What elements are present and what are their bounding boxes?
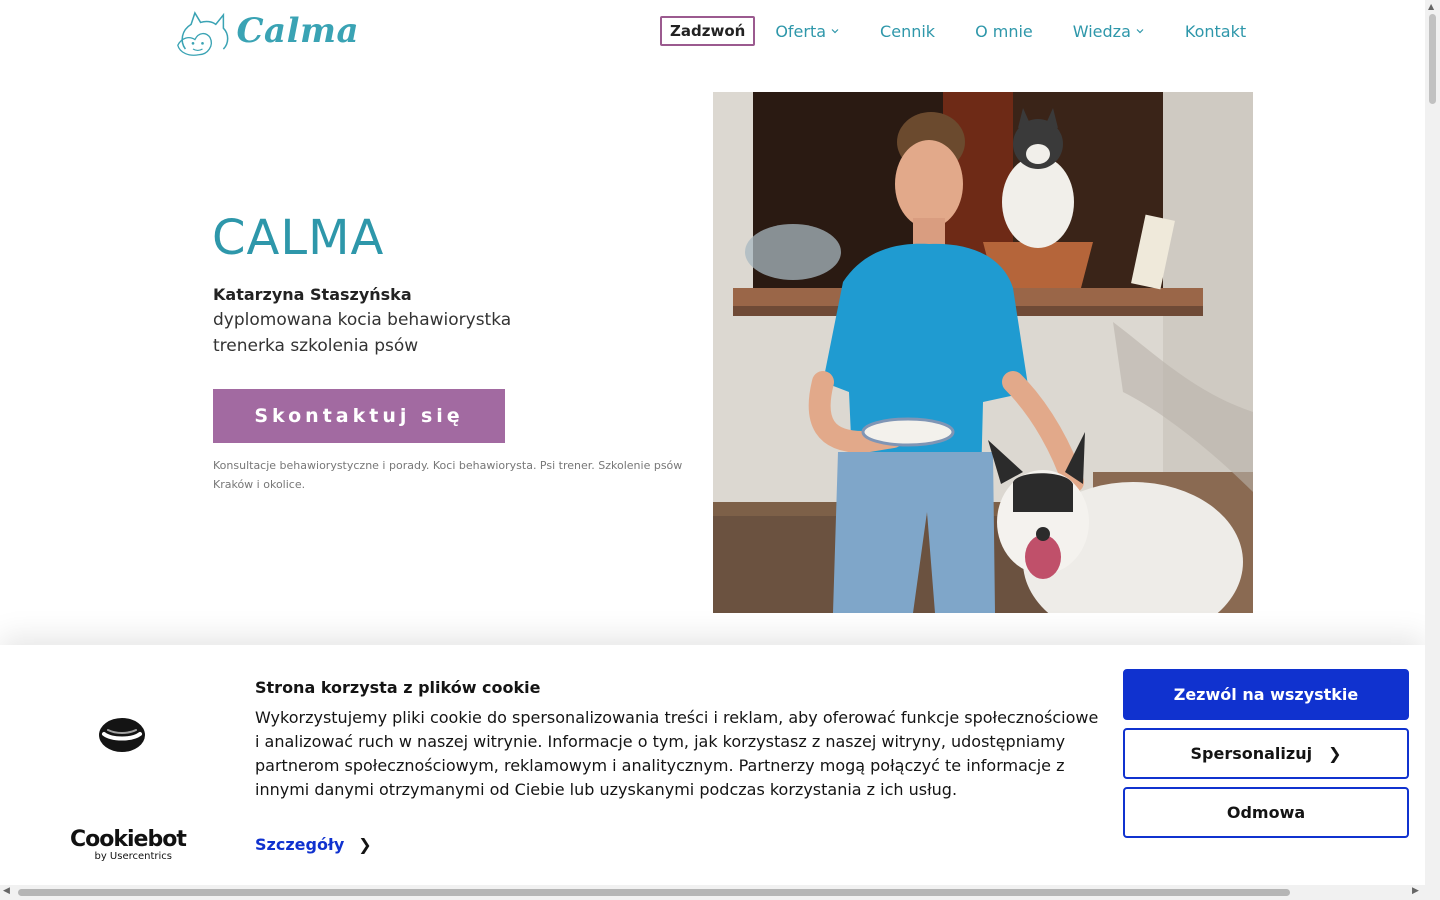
nav-item-label: Wiedza [1072,21,1131,41]
nav-item-wiedza[interactable]: Wiedza [1073,22,1145,41]
scroll-left-arrow-icon[interactable]: ◀ [3,886,10,896]
cat-dog-logo-icon [177,11,229,56]
cookie-details-label: Szczegóły [255,835,345,854]
cookie-details-link[interactable]: Szczegóły ❯ [255,835,372,854]
nav-item-kontakt[interactable]: Kontakt [1185,22,1246,41]
chevron-right-icon: ❯ [358,835,372,854]
vertical-scrollbar[interactable]: ▲ [1425,0,1440,900]
scrollbar-corner [1425,885,1440,900]
hero-subtitle-1: dyplomowana kocia behawiorystka [213,310,512,330]
customize-label: Spersonalizuj [1190,744,1313,763]
cookiebot-byline: by Usercentrics [94,851,172,862]
scroll-up-arrow-icon[interactable]: ▲ [1428,2,1434,11]
contact-cta-button[interactable]: Skontaktuj się [213,389,505,443]
horizontal-scroll-thumb[interactable] [18,889,1290,896]
deny-button[interactable]: Odmowa [1123,787,1409,838]
allow-all-button[interactable]: Zezwól na wszystkie [1123,669,1409,720]
hero-title: CALMA [212,210,385,266]
cookiebot-brand: Cookiebot by Usercentrics [70,827,187,862]
cookiebot-logo-icon [99,718,145,752]
cookie-banner-title: Strona korzysta z plików cookie [255,678,541,697]
horizontal-scrollbar[interactable]: ◀ ▶ [0,885,1425,900]
chevron-right-icon: ❯ [1328,744,1342,763]
vertical-scroll-thumb[interactable] [1429,14,1436,104]
hero-photo [713,92,1253,613]
hero-name: Katarzyna Staszyńska [213,285,412,304]
nav-item-label: Cennik [880,21,936,41]
cookie-banner-text: Wykorzystujemy pliki cookie do spersonal… [255,708,1099,799]
main-nav: Zadzwoń Oferta Cennik O mnie Wiedza Kont… [660,16,1246,46]
nav-item-label: Oferta [775,21,827,41]
nav-item-label: O mnie [975,21,1033,41]
nav-item-label: Kontakt [1184,21,1247,41]
nav-item-o-mnie[interactable]: O mnie [975,22,1033,41]
nav-item-cennik[interactable]: Cennik [880,22,935,41]
cookiebot-wordmark: Cookiebot [70,827,187,852]
site-header: Calma Zadzwoń Oferta Cennik O mnie Wiedz… [0,0,1425,70]
calma-logo[interactable]: Calma [174,2,359,60]
hero-subtitle-2: trenerka szkolenia psów [213,336,419,356]
call-button[interactable]: Zadzwoń [660,16,756,46]
nav-item-oferta[interactable]: Oferta [775,22,840,41]
customize-button[interactable]: Spersonalizuj ❯ [1123,728,1409,779]
woman-with-cat-and-dog-image [713,92,1253,613]
scroll-right-arrow-icon[interactable]: ▶ [1412,886,1419,896]
chevron-down-icon [831,29,839,34]
chevron-down-icon [1136,29,1144,34]
hero-note: Konsultacje behawiorystyczne i porady. K… [213,459,683,491]
logo-text: Calma [236,11,359,51]
